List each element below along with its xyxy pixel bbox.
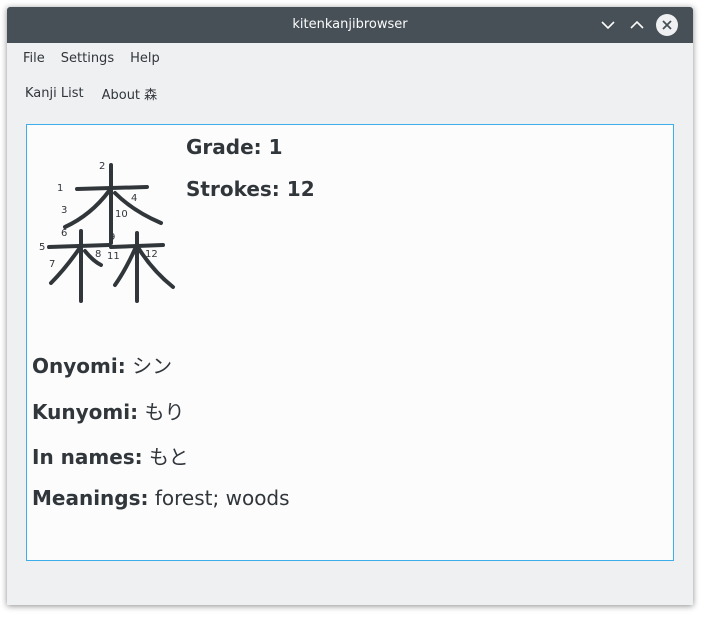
kanji-detail-panel: 1 2 3 4 5 6 7 8 9 10 11 12 Grade: 1 Stro… xyxy=(26,124,674,561)
chevron-up-icon xyxy=(630,20,644,29)
kunyomi-value: もり xyxy=(144,400,185,424)
kunyomi-label: Kunyomi: xyxy=(32,400,139,424)
stroke-number: 12 xyxy=(145,249,158,260)
close-icon xyxy=(662,20,672,30)
menu-help[interactable]: Help xyxy=(122,51,168,66)
window-title: kitenkanjibrowser xyxy=(292,17,408,32)
close-button[interactable] xyxy=(656,14,678,36)
onyomi-row: Onyomi: シン xyxy=(32,350,172,379)
in-names-label: In names: xyxy=(32,445,143,469)
stroke-number: 3 xyxy=(61,205,67,216)
stroke-number: 2 xyxy=(99,161,105,172)
strokes-field: Strokes: 12 xyxy=(186,177,315,201)
stroke-number: 10 xyxy=(115,209,128,220)
meanings-value: forest; woods xyxy=(154,486,290,510)
strokes-value: 12 xyxy=(286,177,315,201)
kunyomi-row: Kunyomi: もり xyxy=(32,396,184,425)
title-bar[interactable]: kitenkanjibrowser xyxy=(7,7,693,43)
menu-file[interactable]: File xyxy=(15,51,53,66)
meanings-label: Meanings: xyxy=(32,486,149,510)
grade-field: Grade: 1 xyxy=(186,135,283,159)
menu-bar: File Settings Help xyxy=(7,43,693,73)
in-names-value: もと xyxy=(149,445,189,469)
stroke-number: 7 xyxy=(49,259,55,270)
strokes-label: Strokes: xyxy=(186,177,280,201)
grade-value: 1 xyxy=(268,135,283,159)
app-window: kitenkanjibrowser File Settings Help Kan… xyxy=(7,7,693,605)
onyomi-value: シン xyxy=(132,354,173,378)
onyomi-label: Onyomi: xyxy=(32,354,126,378)
stroke-number: 5 xyxy=(39,242,45,253)
menu-settings[interactable]: Settings xyxy=(53,51,122,66)
minimize-button[interactable] xyxy=(597,14,619,36)
chevron-down-icon xyxy=(601,21,615,30)
maximize-button[interactable] xyxy=(626,14,648,36)
stroke-number: 9 xyxy=(109,232,115,243)
stroke-number: 6 xyxy=(61,228,67,239)
tab-about-kanji[interactable]: About 森 xyxy=(93,84,167,103)
stroke-number: 1 xyxy=(57,183,63,194)
stroke-number: 11 xyxy=(107,251,120,262)
tab-kanji-list[interactable]: Kanji List xyxy=(16,86,93,101)
meanings-row: Meanings: forest; woods xyxy=(32,486,290,510)
stroke-number: 4 xyxy=(131,193,137,204)
grade-label: Grade: xyxy=(186,135,262,159)
tab-bar: Kanji List About 森 xyxy=(7,79,693,107)
in-names-row: In names: もと xyxy=(32,441,189,470)
kanji-stroke-order-image: 1 2 3 4 5 6 7 8 9 10 11 12 xyxy=(39,161,175,303)
stroke-number: 8 xyxy=(95,249,101,260)
